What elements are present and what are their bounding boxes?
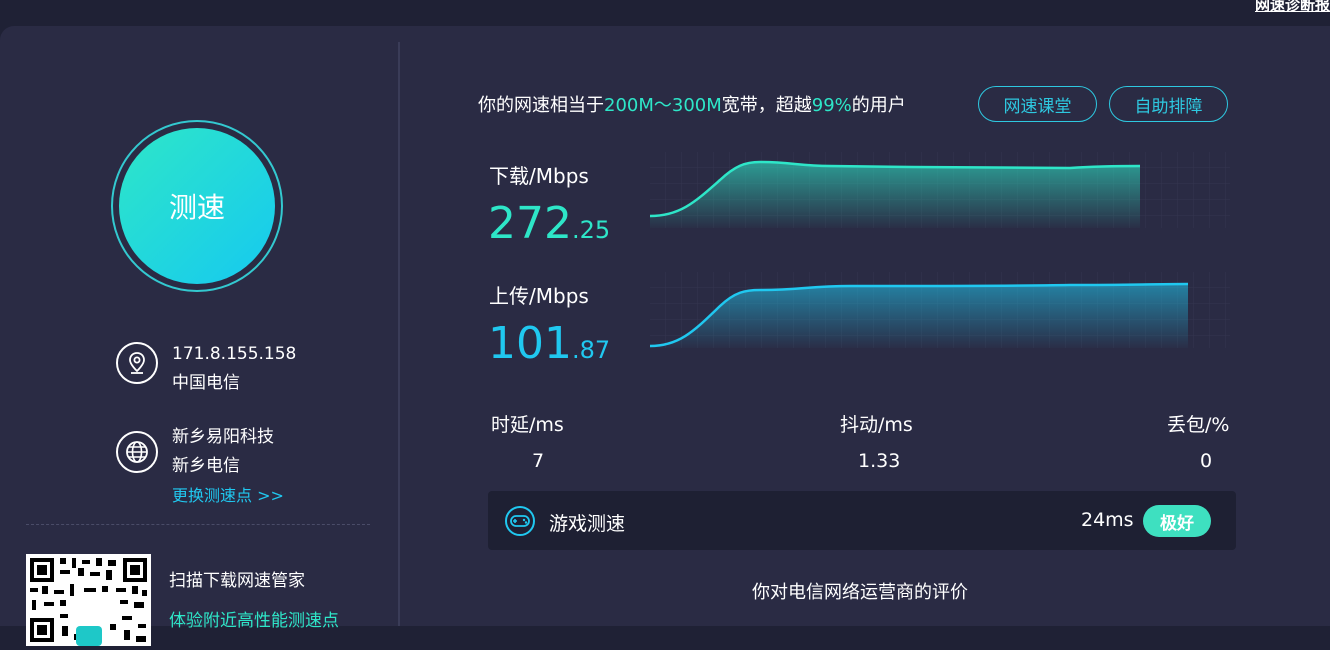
- speed-summary: 你的网速相当于200M～300M宽带，超越99%的用户: [478, 91, 906, 117]
- column-divider: [398, 42, 400, 626]
- jitter-value: 1.33: [858, 450, 901, 472]
- summary-suffix: 的用户: [851, 95, 906, 116]
- upload-integer: 101: [488, 318, 572, 369]
- network-info: 171.8.155.158 中国电信: [116, 340, 296, 398]
- summary-middle: 宽带，超越: [721, 95, 812, 116]
- loss-value: 0: [1200, 450, 1213, 472]
- troubleshoot-button[interactable]: 自助排障: [1109, 86, 1228, 122]
- ip-address: 171.8.155.158: [172, 344, 297, 364]
- promo-line-1: 扫描下载网速管家: [169, 571, 305, 591]
- upload-chart: [650, 272, 1230, 348]
- download-decimal: .25: [571, 216, 611, 244]
- download-value: 272.25: [488, 198, 610, 249]
- globe-icon: [116, 431, 158, 473]
- upload-value: 101.87: [488, 318, 610, 369]
- game-latency-value: 24ms: [1081, 509, 1134, 531]
- summary-bandwidth: 200M～300M: [604, 95, 722, 116]
- change-server-link[interactable]: 更换测速点 >>: [172, 481, 284, 510]
- server-isp: 新乡电信: [172, 456, 240, 476]
- location-icon: [116, 342, 158, 384]
- gamepad-icon: [505, 506, 535, 536]
- jitter-label: 抖动/ms: [840, 414, 913, 436]
- evaluation-title: 你对电信网络运营商的评价: [752, 582, 968, 603]
- game-speed-bar[interactable]: 游戏测速 24ms 极好: [488, 491, 1236, 550]
- main-panel: 测速 171.8.155.158 中国电信 新乡易阳科技 新乡电信 更换测速点: [0, 26, 1330, 646]
- upload-label: 上传/Mbps: [489, 284, 589, 308]
- loss-label: 丢包/%: [1167, 414, 1230, 436]
- server-info: 新乡易阳科技 新乡电信 更换测速点 >>: [116, 423, 284, 510]
- isp-name: 中国电信: [172, 373, 240, 393]
- diagnosis-report-link[interactable]: 网速诊断报: [1255, 0, 1330, 15]
- download-label: 下载/Mbps: [489, 164, 589, 188]
- speed-test-button[interactable]: 测速: [119, 128, 275, 284]
- server-name: 新乡易阳科技: [172, 427, 274, 447]
- summary-prefix: 你的网速相当于: [478, 95, 604, 116]
- download-integer: 272: [488, 198, 572, 249]
- summary-percent: 99%: [811, 95, 852, 116]
- download-chart: [650, 152, 1230, 228]
- upload-decimal: .87: [571, 336, 611, 364]
- speed-test-ring: 测速: [111, 120, 283, 292]
- qr-code: [26, 554, 151, 646]
- latency-value: 7: [532, 450, 545, 472]
- dashed-divider: [26, 524, 370, 525]
- game-rating-badge: 极好: [1143, 505, 1211, 537]
- latency-label: 时延/ms: [491, 414, 564, 436]
- speed-course-button[interactable]: 网速课堂: [978, 86, 1097, 122]
- game-speed-label: 游戏测速: [549, 513, 626, 535]
